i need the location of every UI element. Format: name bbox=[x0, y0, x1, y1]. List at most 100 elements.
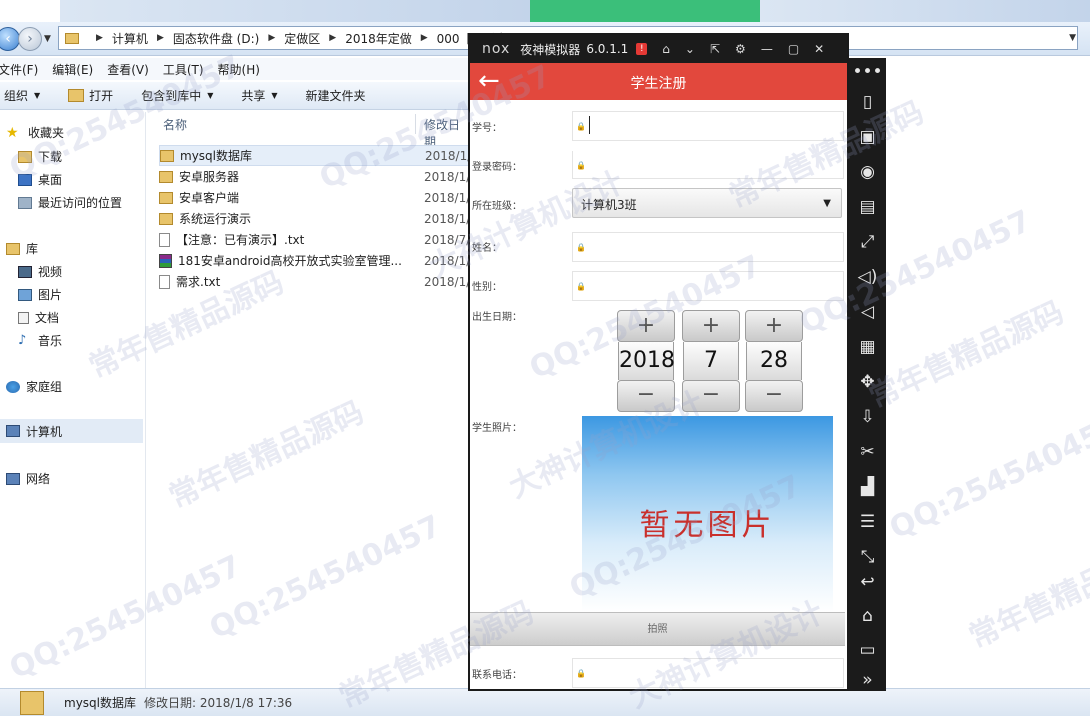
background-window-strip-right bbox=[760, 0, 1090, 22]
menu-icon[interactable]: ☰ bbox=[849, 512, 886, 532]
open-button[interactable]: 打开 bbox=[68, 87, 113, 104]
menu-help[interactable]: 帮助(H) bbox=[218, 61, 260, 78]
alert-badge-icon[interactable]: ! bbox=[636, 43, 648, 55]
nav-recent[interactable]: 最近访问的位置 bbox=[18, 194, 122, 211]
class-select[interactable]: 计算机3班 ▼ bbox=[572, 188, 842, 218]
shake-icon[interactable]: ✥ bbox=[849, 372, 886, 392]
more-icon[interactable]: ••• bbox=[849, 62, 886, 82]
month-value[interactable]: 7 bbox=[683, 342, 739, 380]
menu-tools[interactable]: 工具(T) bbox=[163, 61, 204, 78]
pin-icon[interactable]: ⇱ bbox=[710, 42, 720, 56]
fullscreen-icon[interactable]: ⤢ bbox=[849, 232, 886, 252]
file-row[interactable]: 安卓客户端 2018/1/ bbox=[159, 187, 470, 208]
year-value[interactable]: 2018 bbox=[618, 342, 675, 380]
robot-icon[interactable]: ▣ bbox=[849, 127, 886, 147]
nav-favorites[interactable]: ★ 收藏夹 bbox=[6, 124, 64, 141]
student-id-field[interactable]: 🔒 bbox=[572, 111, 844, 141]
year-picker: + 2018 − bbox=[617, 310, 675, 412]
chevron-right-icon[interactable]: ▶ bbox=[268, 33, 275, 43]
breadcrumb-drive[interactable]: 固态软件盘 (D:) bbox=[173, 30, 259, 47]
share-button[interactable]: 共享 ▼ bbox=[241, 87, 277, 104]
volume-down-icon[interactable]: ◁ bbox=[849, 302, 886, 322]
file-name: 系统运行演示 bbox=[179, 212, 252, 226]
include-in-library-button[interactable]: 包含到库中 ▼ bbox=[141, 87, 213, 104]
breadcrumb-2018[interactable]: 2018年定做 bbox=[345, 30, 412, 47]
nav-homegroup[interactable]: 家庭组 bbox=[6, 378, 62, 395]
new-folder-button[interactable]: 新建文件夹 bbox=[306, 87, 366, 104]
menu-file[interactable]: 文件(F) bbox=[0, 61, 38, 78]
phone-label: 联系电话： bbox=[472, 670, 522, 681]
gear-icon[interactable]: ⚙ bbox=[735, 42, 746, 56]
password-field[interactable]: 🔒 bbox=[572, 151, 844, 179]
file-row[interactable]: 【注意：已有演示】.txt 2018/7/ bbox=[159, 229, 470, 250]
day-picker: + 28 − bbox=[745, 310, 803, 412]
menu-view[interactable]: 查看(V) bbox=[107, 61, 149, 78]
forward-button[interactable]: › bbox=[18, 27, 42, 51]
phone-field[interactable]: 🔒 bbox=[572, 658, 844, 688]
share-label: 共享 bbox=[241, 89, 266, 103]
menu-edit[interactable]: 编辑(E) bbox=[52, 61, 93, 78]
multi-instance-icon[interactable]: ▦ bbox=[849, 337, 886, 357]
close-button[interactable]: ✕ bbox=[814, 42, 824, 56]
day-decrement-button[interactable]: − bbox=[745, 380, 803, 412]
breadcrumb-custom-area[interactable]: 定做区 bbox=[284, 30, 320, 47]
expand-icon[interactable]: » bbox=[849, 670, 886, 690]
music-icon: ♪ bbox=[18, 332, 27, 348]
organize-button[interactable]: 组织 ▼ bbox=[4, 87, 40, 104]
volume-up-icon[interactable]: ◁) bbox=[849, 267, 886, 287]
nav-desktop[interactable]: 桌面 bbox=[18, 171, 62, 188]
recent-apps-icon[interactable]: ▭ bbox=[849, 640, 886, 660]
gender-field[interactable]: 🔒 bbox=[572, 271, 844, 301]
text-caret bbox=[589, 116, 590, 134]
android-back-icon[interactable]: ↩ bbox=[849, 572, 886, 592]
nav-network[interactable]: 网络 bbox=[6, 470, 50, 487]
maximize-button[interactable]: ▢ bbox=[788, 42, 799, 56]
nav-documents[interactable]: 文档 bbox=[18, 309, 59, 326]
nav-videos[interactable]: 视频 bbox=[18, 263, 62, 280]
nav-pictures[interactable]: 图片 bbox=[18, 286, 62, 303]
back-button[interactable]: ‹ bbox=[0, 27, 20, 51]
file-date: 2018/1/ bbox=[424, 169, 471, 184]
chevron-right-icon[interactable]: ▶ bbox=[421, 33, 428, 43]
student-photo[interactable]: 暂无图片 bbox=[582, 416, 833, 612]
day-increment-button[interactable]: + bbox=[745, 310, 803, 342]
month-increment-button[interactable]: + bbox=[682, 310, 740, 342]
chevron-down-icon[interactable]: ⌄ bbox=[685, 42, 695, 56]
nav-computer[interactable]: 计算机 bbox=[0, 419, 143, 443]
nav-music[interactable]: ♪ 音乐 bbox=[18, 332, 62, 349]
folder-icon bbox=[159, 191, 173, 204]
file-row[interactable]: 需求.txt 2018/1/ bbox=[159, 271, 470, 292]
nav-downloads[interactable]: 下载 bbox=[18, 148, 62, 165]
year-increment-button[interactable]: + bbox=[617, 310, 675, 342]
minimize-button[interactable]: — bbox=[761, 42, 773, 56]
chevron-right-icon[interactable]: ▶ bbox=[157, 33, 164, 43]
history-dropdown-icon[interactable]: ▼ bbox=[44, 34, 51, 44]
text-file-icon bbox=[159, 274, 170, 289]
month-decrement-button[interactable]: − bbox=[682, 380, 740, 412]
nav-libraries[interactable]: 库 bbox=[6, 240, 38, 257]
chevron-right-icon[interactable]: ▶ bbox=[329, 33, 336, 43]
file-row[interactable]: 181安卓android高校开放式实验室管理... 2018/1/ bbox=[159, 250, 470, 271]
folder-icon bbox=[159, 212, 173, 225]
column-name-header[interactable]: 名称 bbox=[163, 116, 187, 133]
address-dropdown-icon[interactable]: ▼ bbox=[1069, 33, 1076, 43]
chevron-right-icon[interactable]: ▶ bbox=[96, 33, 103, 43]
name-field[interactable]: 🔒 bbox=[572, 232, 844, 262]
breadcrumb-computer[interactable]: 计算机 bbox=[112, 30, 148, 47]
file-row[interactable]: 系统运行演示 2018/1/ bbox=[159, 208, 470, 229]
file-row[interactable]: 安卓服务器 2018/1/ bbox=[159, 166, 470, 187]
location-icon[interactable]: ◉ bbox=[849, 162, 886, 182]
keyboard-icon[interactable]: ▤ bbox=[849, 197, 886, 217]
column-divider[interactable] bbox=[415, 114, 416, 134]
apk-install-icon[interactable]: ⇩ bbox=[849, 407, 886, 427]
file-row[interactable]: mysql数据库 2018/1/ bbox=[159, 145, 471, 166]
resolution-icon[interactable]: ▟ bbox=[849, 477, 886, 497]
home-icon[interactable]: ⌂ bbox=[662, 42, 670, 56]
rotate-icon[interactable]: ▯ bbox=[849, 92, 886, 112]
shrink-icon[interactable]: ⤡ bbox=[849, 547, 886, 567]
year-decrement-button[interactable]: − bbox=[617, 380, 675, 412]
scissors-icon[interactable]: ✂ bbox=[849, 442, 886, 462]
day-value[interactable]: 28 bbox=[746, 342, 802, 380]
take-photo-button[interactable]: 拍照 bbox=[470, 612, 845, 646]
android-home-icon[interactable]: ⌂ bbox=[849, 606, 886, 626]
